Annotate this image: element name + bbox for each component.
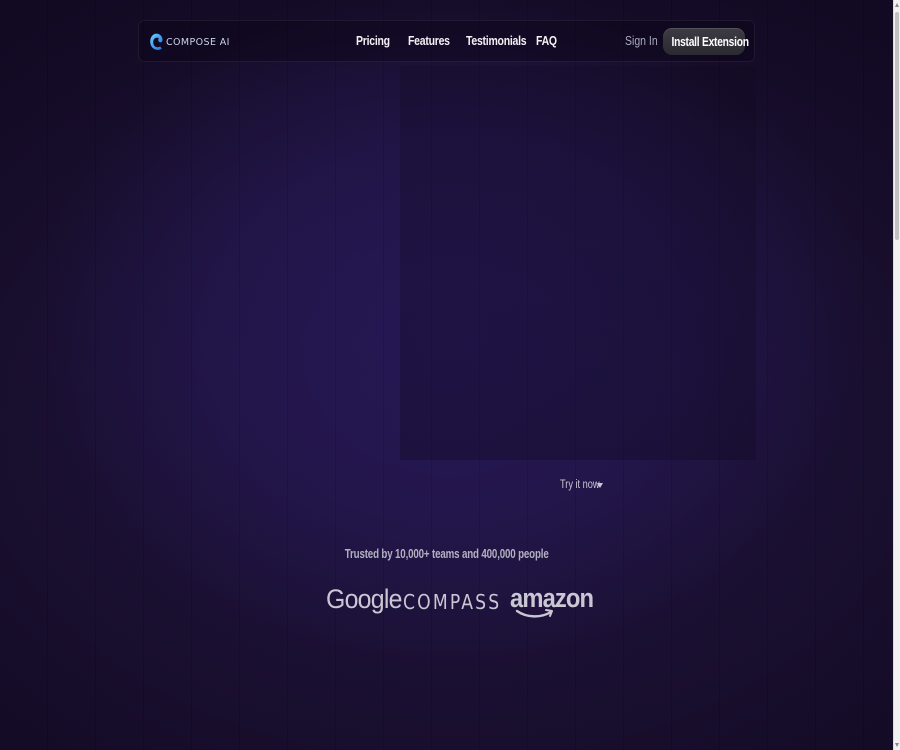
compass-logo: COMPASS	[403, 590, 502, 614]
nav-link-features[interactable]: Features	[408, 34, 450, 48]
scroll-down-arrow-icon[interactable]	[895, 743, 899, 747]
try-it-now-label: Try it now	[560, 479, 600, 491]
page: COMPOSE AI Pricing Features Testimonials…	[0, 0, 893, 750]
background-stripes	[0, 0, 893, 750]
navbar: COMPOSE AI Pricing Features Testimonials…	[138, 20, 755, 62]
install-extension-button[interactable]: Install Extension	[663, 28, 749, 55]
compose-logo-icon	[150, 33, 163, 50]
amazon-logo: amazon	[510, 584, 605, 618]
amazon-smile-icon	[515, 609, 553, 618]
try-it-now-toggle[interactable]: Try it now	[560, 479, 603, 491]
scrollbar[interactable]	[893, 0, 900, 750]
trusted-by-text: Trusted by 10,000+ teams and 400,000 peo…	[0, 545, 893, 563]
logo[interactable]: COMPOSE AI	[149, 32, 230, 52]
sign-in-link[interactable]: Sign In	[625, 34, 658, 48]
nav-link-faq[interactable]: FAQ	[536, 34, 557, 48]
nav-links: Pricing Features Testimonials FAQ	[356, 21, 560, 61]
scrollbar-thumb[interactable]	[895, 12, 899, 240]
hero-media-area	[400, 66, 756, 460]
install-extension-label: Install Extension	[671, 34, 749, 49]
scroll-up-arrow-icon[interactable]	[895, 3, 899, 7]
google-logo: Google	[326, 584, 402, 614]
trusted-by-label: Trusted by 10,000+ teams and 400,000 peo…	[344, 547, 549, 561]
nav-link-pricing[interactable]: Pricing	[356, 34, 390, 48]
nav-link-testimonials[interactable]: Testimonials	[466, 34, 527, 48]
logo-text: COMPOSE AI	[166, 36, 230, 48]
